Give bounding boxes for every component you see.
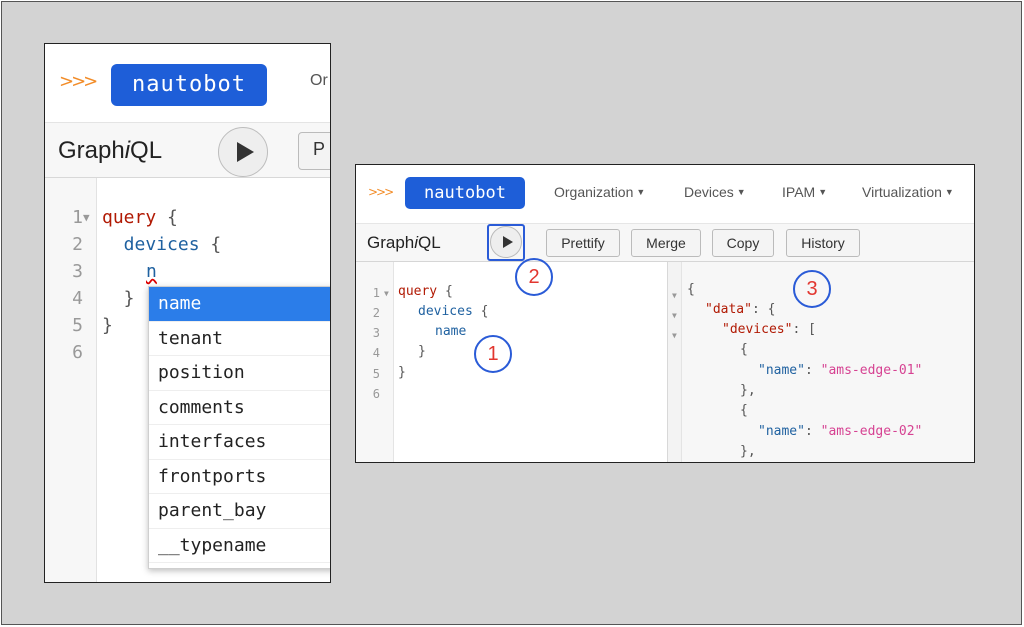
autocomplete-item[interactable]: __typename	[149, 529, 330, 563]
line-number: 4	[72, 288, 83, 309]
nav-menu-virtualization[interactable]: Virtualization ▼	[862, 184, 954, 200]
chevrons-icon: >>>	[368, 185, 394, 199]
code-line: name	[435, 324, 467, 339]
code-line: }	[102, 288, 135, 309]
autocomplete-item[interactable]: comments	[149, 391, 330, 425]
graphiql-title: GraphiQL	[58, 137, 163, 164]
zoomed-graphiql-panel: >>> nautobot Or GraphiQL P 1 ▼ 2 3 4 5 6…	[44, 43, 331, 583]
line-number: 6	[372, 387, 380, 401]
nav-menu-ipam[interactable]: IPAM ▼	[782, 184, 827, 200]
line-number: 2	[72, 234, 83, 255]
history-button[interactable]: History	[786, 229, 860, 257]
merge-button[interactable]: Merge	[631, 229, 701, 257]
autocomplete-item[interactable]: position	[149, 356, 330, 391]
json-line: "name": "ams-edge-01"	[758, 363, 923, 378]
json-line: {	[687, 282, 695, 297]
autocomplete-item[interactable]: name	[149, 287, 330, 322]
json-line: "devices": [	[722, 322, 816, 337]
prettify-button-partial[interactable]: P	[298, 132, 330, 170]
fold-arrow-icon[interactable]: ▼	[384, 284, 389, 304]
autocomplete-item[interactable]: parent_bay	[149, 494, 330, 529]
nautobot-logo[interactable]: nautobot	[405, 177, 525, 209]
fold-arrow-icon[interactable]: ▼	[672, 306, 677, 326]
nav-menu-devices[interactable]: Devices ▼	[684, 184, 746, 200]
code-line: query {	[398, 284, 453, 299]
graphiql-toolbar: GraphiQL P	[45, 122, 330, 178]
json-line: "name": "ams-edge-02"	[758, 424, 923, 439]
json-line: },	[740, 444, 756, 459]
code-line: }	[418, 344, 426, 359]
json-line: {	[740, 342, 748, 357]
code-line: devices {	[418, 304, 489, 319]
autocomplete-dropdown: name tenant position comments interfaces…	[148, 286, 330, 569]
navbar: >>> nautobot Or	[45, 44, 330, 122]
play-icon	[237, 142, 254, 162]
json-line: "data": {	[705, 302, 776, 317]
line-number: 2	[372, 306, 380, 320]
fold-arrow-icon[interactable]: ▼	[83, 204, 90, 231]
callout-3: 3	[793, 270, 831, 308]
line-number: 5	[72, 315, 83, 336]
autocomplete-item[interactable]: tenant	[149, 322, 330, 356]
navbar: >>> nautobot Organization ▼ Devices ▼ IPAM…	[356, 165, 974, 223]
code-line: query {	[102, 207, 178, 228]
graphiql-toolbar: GraphiQL Prettify Merge Copy History	[356, 223, 974, 262]
line-number: 6	[72, 342, 83, 363]
prettify-button[interactable]: Prettify	[546, 229, 620, 257]
line-number: 3	[372, 326, 380, 340]
nav-menu-organization[interactable]: Organization ▼	[554, 184, 645, 200]
callout-2: 2	[515, 258, 553, 296]
line-number: 5	[372, 367, 380, 381]
json-line: },	[740, 383, 756, 398]
query-editor[interactable]: 1 ▼ 2 3 4 5 6 query { devices { name } }	[356, 262, 668, 462]
autocomplete-item[interactable]: frontports	[149, 460, 330, 494]
line-number: 1	[72, 207, 83, 228]
code-line: n	[146, 261, 157, 282]
code-line: devices {	[102, 234, 222, 255]
caret-down-icon: ▼	[636, 187, 646, 197]
graphiql-panel: >>> nautobot Organization ▼ Devices ▼ IPAM…	[355, 164, 975, 463]
run-button-highlight	[487, 224, 525, 261]
caret-down-icon: ▼	[818, 187, 828, 197]
line-number: 3	[72, 261, 83, 282]
run-query-button[interactable]	[218, 127, 268, 177]
autocomplete-item[interactable]: interfaces	[149, 425, 330, 460]
caret-down-icon: ▼	[736, 187, 746, 197]
caret-down-icon: ▼	[944, 187, 954, 197]
code-line: }	[398, 365, 406, 380]
callout-1: 1	[474, 335, 512, 373]
fold-arrow-icon[interactable]: ▼	[672, 326, 677, 346]
line-number: 4	[372, 346, 380, 360]
fold-arrow-icon[interactable]: ▼	[672, 286, 677, 306]
line-number: 1	[372, 286, 380, 300]
chevrons-icon: >>>	[59, 71, 98, 92]
code-line: }	[102, 315, 113, 336]
copy-button[interactable]: Copy	[712, 229, 774, 257]
graphiql-title: GraphiQL	[367, 233, 441, 252]
json-line: {	[740, 403, 748, 418]
nautobot-logo[interactable]: nautobot	[111, 64, 267, 106]
nav-item-partial[interactable]: Or	[310, 72, 328, 90]
